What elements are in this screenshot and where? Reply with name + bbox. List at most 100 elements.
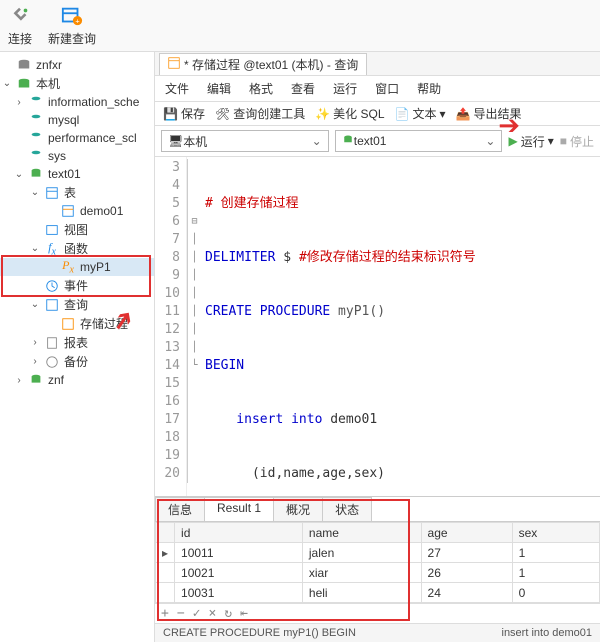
col-header[interactable]: sex <box>512 523 599 543</box>
database-select[interactable]: text01 ⌄ <box>335 130 503 152</box>
host-select[interactable]: 🖥 本机 ⌄ <box>161 130 329 152</box>
cancel-button[interactable]: × <box>208 606 216 621</box>
tree-table-demo01[interactable]: demo01 <box>0 202 154 220</box>
table-group-icon <box>44 185 60 201</box>
status-bar: CREATE PROCEDURE myP1() BEGIN insert int… <box>155 623 600 642</box>
menu-edit[interactable]: 编辑 <box>207 80 231 97</box>
db-icon <box>342 134 354 149</box>
export-button[interactable]: 📤导出结果 <box>456 105 522 122</box>
refresh-button[interactable]: ↻ <box>224 606 232 621</box>
editor-tab[interactable]: * 存储过程 @text01 (本机) - 查询 <box>159 53 367 75</box>
tree-functions[interactable]: ⌄fx函数 <box>0 239 154 258</box>
table-icon <box>168 57 180 72</box>
tree-events[interactable]: 事件 <box>0 276 154 295</box>
table-row[interactable]: ▸10011jalen271 <box>156 543 600 563</box>
chevron-down-icon: ⌄ <box>312 134 322 148</box>
tree-db-znf[interactable]: ›znf <box>0 371 154 389</box>
result-tabs: 信息 Result 1 概况 状态 <box>155 497 600 522</box>
commit-button[interactable]: ✓ <box>193 606 201 621</box>
tree-views[interactable]: 视图 <box>0 220 154 239</box>
table-plus-icon: + <box>60 4 84 28</box>
tree-backup[interactable]: ›备份 <box>0 352 154 371</box>
tab-result1[interactable]: Result 1 <box>204 497 274 521</box>
host-icon: 🖥 <box>168 134 183 148</box>
add-row-button[interactable]: + <box>161 606 169 621</box>
delete-row-button[interactable]: − <box>177 606 185 621</box>
function-icon: Px <box>60 259 76 275</box>
save-icon: 💾 <box>163 107 178 121</box>
stop-button[interactable]: ■停止 <box>560 133 594 150</box>
status-left: CREATE PROCEDURE myP1() BEGIN <box>163 627 356 639</box>
fold-gutter: ⊟│││││││└ <box>187 157 201 496</box>
view-icon <box>44 222 60 238</box>
save-button[interactable]: 💾保存 <box>163 105 205 122</box>
tree-reports[interactable]: ›报表 <box>0 333 154 352</box>
menu-run[interactable]: 运行 <box>333 80 357 97</box>
editor-toolbar: 💾保存 🛠查询创建工具 ✨美化 SQL 📄文本▾ 📤导出结果 <box>155 102 600 126</box>
host-icon <box>16 76 32 92</box>
wand-icon: ✨ <box>315 107 330 121</box>
tab-status[interactable]: 状态 <box>322 497 372 521</box>
tree-db-text01[interactable]: ⌄text01 <box>0 165 154 183</box>
tree-queries[interactable]: ⌄查询 <box>0 295 154 314</box>
tab-title: * 存储过程 @text01 (本机) - 查询 <box>184 56 358 73</box>
menu-view[interactable]: 查看 <box>291 80 315 97</box>
beautify-button[interactable]: ✨美化 SQL <box>315 105 384 122</box>
status-right: insert into demo01 <box>502 627 593 639</box>
tree-db[interactable]: ›information_sche <box>0 93 154 111</box>
doc-icon: 📄 <box>395 107 410 121</box>
main-panel: * 存储过程 @text01 (本机) - 查询 文件 编辑 格式 查看 运行 … <box>155 52 600 642</box>
query-builder-button[interactable]: 🛠查询创建工具 <box>215 105 305 122</box>
query-icon <box>60 316 76 332</box>
menu-bar: 文件 编辑 格式 查看 运行 窗口 帮助 <box>155 76 600 102</box>
db-icon <box>28 112 44 128</box>
text-button[interactable]: 📄文本▾ <box>395 105 446 122</box>
menu-window[interactable]: 窗口 <box>375 80 399 97</box>
report-icon <box>44 335 60 351</box>
export-icon: 📤 <box>456 107 471 121</box>
table-row[interactable]: 10021xiar261 <box>156 563 600 583</box>
editor-tab-bar: * 存储过程 @text01 (本机) - 查询 <box>155 52 600 76</box>
connection-tree: znfxr ⌄本机 ›information_sche mysql perfor… <box>0 52 155 642</box>
db-icon <box>28 166 44 182</box>
tree-db[interactable]: performance_scl <box>0 129 154 147</box>
new-query-button[interactable]: + 新建查询 <box>48 4 96 47</box>
menu-file[interactable]: 文件 <box>165 80 189 97</box>
db-icon <box>28 148 44 164</box>
db-icon <box>28 372 44 388</box>
grid-toolbar: + − ✓ × ↻ ⇤ <box>155 603 600 623</box>
function-icon: fx <box>44 241 60 257</box>
tree-db[interactable]: sys <box>0 147 154 165</box>
tree-function-myP1[interactable]: PxmyP1 <box>0 258 154 276</box>
stop-icon: ■ <box>560 134 567 148</box>
tree-tables[interactable]: ⌄表 <box>0 183 154 202</box>
line-gutter: 34567891011121314151617181920 <box>155 157 187 496</box>
connection-icon <box>16 57 32 73</box>
app-toolbar: 连接 + 新建查询 <box>0 0 600 52</box>
builder-icon: 🛠 <box>215 107 230 121</box>
tree-query-stored[interactable]: 存储过程 <box>0 314 154 333</box>
new-query-label: 新建查询 <box>48 30 96 47</box>
run-button[interactable]: ▶运行▾ <box>508 133 553 150</box>
result-grid[interactable]: id name age sex ▸10011jalen271 10021xiar… <box>155 522 600 603</box>
first-page-button[interactable]: ⇤ <box>240 606 248 621</box>
tree-host[interactable]: ⌄本机 <box>0 74 154 93</box>
db-icon <box>28 130 44 146</box>
menu-format[interactable]: 格式 <box>249 80 273 97</box>
code-editor[interactable]: 34567891011121314151617181920 ⊟│││││││└ … <box>155 157 600 496</box>
event-icon <box>44 278 60 294</box>
table-row[interactable]: 10031heli240 <box>156 583 600 603</box>
tree-connection[interactable]: znfxr <box>0 56 154 74</box>
col-header[interactable]: id <box>175 523 303 543</box>
tab-info[interactable]: 信息 <box>155 497 205 521</box>
col-header[interactable]: age <box>421 523 512 543</box>
connect-button[interactable]: 连接 <box>8 4 32 47</box>
tab-profile[interactable]: 概况 <box>273 497 323 521</box>
code-area[interactable]: # 创建存储过程 DELIMITER $ #修改存储过程的结束标识符号 CREA… <box>201 157 482 496</box>
tree-db[interactable]: mysql <box>0 111 154 129</box>
menu-help[interactable]: 帮助 <box>417 80 441 97</box>
col-header[interactable]: name <box>302 523 421 543</box>
svg-text:+: + <box>75 16 79 25</box>
query-icon <box>44 297 60 313</box>
chevron-down-icon: ⌄ <box>485 134 495 148</box>
